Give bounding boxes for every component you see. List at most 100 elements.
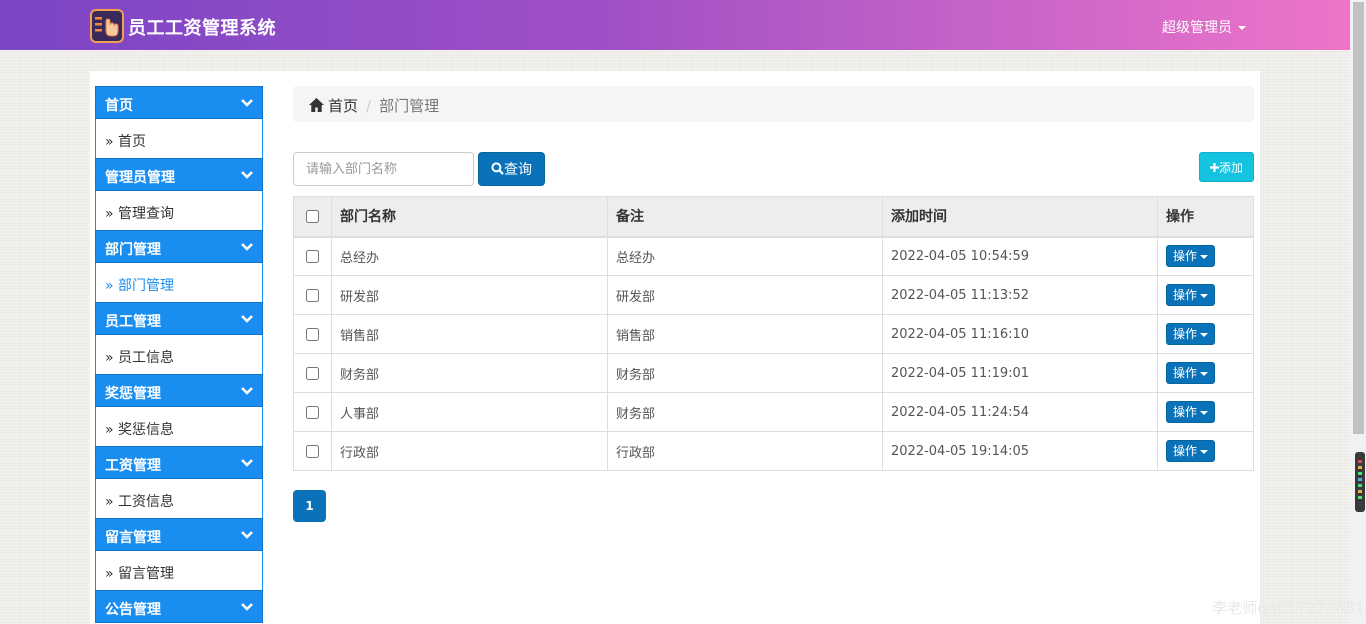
row-action-label: 操作 [1173, 405, 1198, 419]
sidebar-item-label: 首页 [118, 134, 147, 150]
sidebar-item-label: 工资信息 [118, 494, 175, 510]
cell-added-time: 2022-04-05 11:16:10 [882, 314, 1158, 354]
row-action-label: 操作 [1173, 288, 1198, 302]
sidebar-item-home[interactable]: » 首页 [95, 119, 263, 158]
cell-added-time: 2022-04-05 19:14:05 [882, 431, 1158, 471]
row-checkbox[interactable] [306, 366, 319, 380]
cell-actions: 操作 [1157, 236, 1254, 276]
sidebar-item-label: 奖惩信息 [118, 422, 175, 438]
cell-actions: 操作 [1157, 314, 1254, 354]
cell-department-name: 研发部 [331, 275, 608, 315]
caret-down-icon [1200, 254, 1209, 259]
sidebar-group-admin[interactable]: 管理员管理 [95, 158, 263, 191]
query-button-label: 查询 [504, 162, 532, 178]
department-search-input[interactable] [293, 152, 474, 186]
sidebar-group-department[interactable]: 部门管理 [95, 230, 263, 263]
chevron-down-icon [241, 243, 253, 251]
caret-down-icon [1238, 26, 1246, 30]
app-title: 员工工资管理系统 [128, 18, 276, 39]
cell-note: 研发部 [607, 275, 883, 315]
row-action-button[interactable]: 操作 [1166, 284, 1216, 306]
sidebar-item-salary-info[interactable]: » 工资信息 [95, 479, 263, 518]
row-action-button[interactable]: 操作 [1166, 323, 1216, 345]
sidebar-group-messages[interactable]: 留言管理 [95, 518, 263, 551]
caret-down-icon [1200, 293, 1209, 298]
cell-department-name: 总经办 [331, 236, 608, 276]
cell-department-name: 人事部 [331, 392, 608, 432]
sidebar-item-employee-info[interactable]: » 员工信息 [95, 335, 263, 374]
row-select-cell [293, 431, 332, 471]
sidebar: 首页 » 首页 管理员管理 » 管理查询 部门管理 » 部门管理 员工管理 » … [95, 86, 263, 623]
select-all-checkbox[interactable] [306, 209, 319, 223]
sidebar-item-messages[interactable]: » 留言管理 [95, 551, 263, 590]
sidebar-item-label: 部门管理 [118, 278, 175, 294]
scrollbar-thumb[interactable] [1353, 2, 1364, 434]
table-row: 财务部 财务部 2022-04-05 11:19:01 操作 [293, 353, 1254, 393]
row-checkbox[interactable] [306, 288, 319, 302]
column-header-time: 添加时间 [882, 196, 1158, 238]
row-action-button[interactable]: 操作 [1166, 362, 1216, 384]
table-row: 总经办 总经办 2022-04-05 10:54:59 操作 [293, 236, 1254, 276]
cell-note: 行政部 [607, 431, 883, 471]
caret-down-icon [1200, 332, 1209, 337]
row-checkbox[interactable] [306, 444, 319, 458]
pagination-page-1[interactable]: 1 [293, 490, 326, 522]
row-action-button[interactable]: 操作 [1166, 440, 1216, 462]
sidebar-group-label: 管理员管理 [105, 170, 175, 186]
breadcrumb-separator: / [366, 97, 372, 115]
sidebar-group-label: 工资管理 [105, 458, 161, 474]
breadcrumb: 首页 / 部门管理 [293, 86, 1254, 122]
cell-added-time: 2022-04-05 11:24:54 [882, 392, 1158, 432]
sidebar-item-rewards-info[interactable]: » 奖惩信息 [95, 407, 263, 446]
sidebar-group-label: 部门管理 [105, 242, 161, 258]
cell-note: 总经办 [607, 236, 883, 276]
row-action-button[interactable]: 操作 [1166, 401, 1216, 423]
cell-actions: 操作 [1157, 275, 1254, 315]
row-action-label: 操作 [1173, 327, 1198, 341]
page-scrollbar[interactable] [1350, 0, 1366, 624]
caret-down-icon [1200, 371, 1209, 376]
sidebar-group-employee[interactable]: 员工管理 [95, 302, 263, 335]
row-checkbox[interactable] [306, 249, 319, 263]
cell-note: 财务部 [607, 353, 883, 393]
sidebar-item-label: 员工信息 [118, 350, 175, 366]
breadcrumb-home[interactable]: 首页 [328, 97, 358, 115]
sidebar-group-label: 留言管理 [105, 530, 161, 546]
chevron-down-icon [241, 315, 253, 323]
cell-department-name: 财务部 [331, 353, 608, 393]
chevron-down-icon [241, 387, 253, 395]
column-header-name: 部门名称 [331, 196, 608, 238]
sidebar-item-admin-query[interactable]: » 管理查询 [95, 191, 263, 230]
side-widget[interactable] [1355, 452, 1365, 512]
sidebar-group-notices[interactable]: 公告管理 [95, 590, 263, 623]
sidebar-item-label: 管理查询 [118, 206, 175, 222]
query-button[interactable]: 查询 [478, 152, 545, 186]
home-icon [309, 98, 324, 112]
sidebar-group-rewards[interactable]: 奖惩管理 [95, 374, 263, 407]
row-action-label: 操作 [1173, 249, 1198, 264]
row-select-cell [293, 236, 332, 276]
plus-icon [1209, 162, 1219, 172]
sidebar-group-home[interactable]: 首页 [95, 86, 263, 119]
row-select-cell [293, 353, 332, 393]
watermark: 李老师qq857222631 [1212, 599, 1365, 617]
chevron-down-icon [241, 531, 253, 539]
chevron-down-icon [241, 603, 253, 611]
cell-actions: 操作 [1157, 353, 1254, 393]
cell-added-time: 2022-04-05 10:54:59 [882, 236, 1158, 276]
sidebar-group-salary[interactable]: 工资管理 [95, 446, 263, 479]
table-row: 人事部 财务部 2022-04-05 11:24:54 操作 [293, 392, 1254, 432]
app-logo-icon [90, 9, 124, 43]
search-icon [491, 162, 504, 175]
add-button[interactable]: 添加 [1199, 152, 1254, 182]
user-menu[interactable]: 超级管理员 [1162, 17, 1246, 37]
row-select-cell [293, 392, 332, 432]
cell-department-name: 行政部 [331, 431, 608, 471]
cell-actions: 操作 [1157, 431, 1254, 471]
row-select-cell [293, 314, 332, 354]
row-checkbox[interactable] [306, 327, 319, 341]
row-action-button[interactable]: 操作 [1166, 245, 1216, 268]
table-header-row: 部门名称 备注 添加时间 操作 [293, 196, 1254, 238]
row-checkbox[interactable] [306, 405, 319, 419]
sidebar-item-department[interactable]: » 部门管理 [95, 263, 263, 302]
